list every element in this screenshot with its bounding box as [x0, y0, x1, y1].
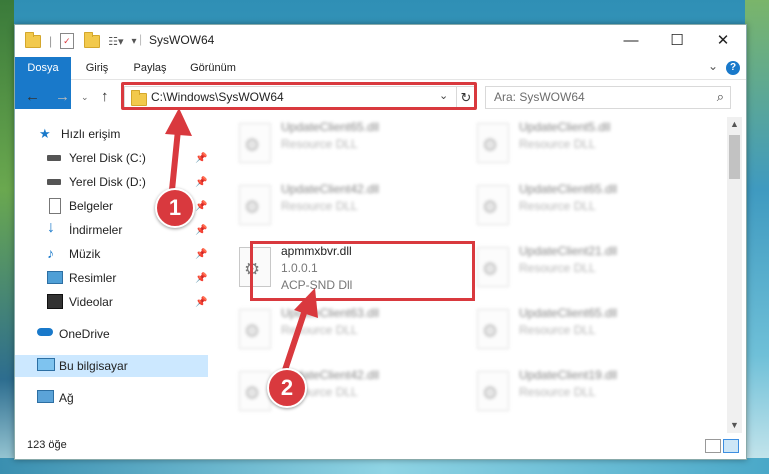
arrow-to-file — [282, 288, 318, 373]
annotation-arrows — [165, 108, 318, 373]
callout-step-1: 1 — [155, 188, 195, 228]
arrow-to-address-bar — [165, 108, 192, 193]
callout-step-2: 2 — [267, 368, 307, 408]
